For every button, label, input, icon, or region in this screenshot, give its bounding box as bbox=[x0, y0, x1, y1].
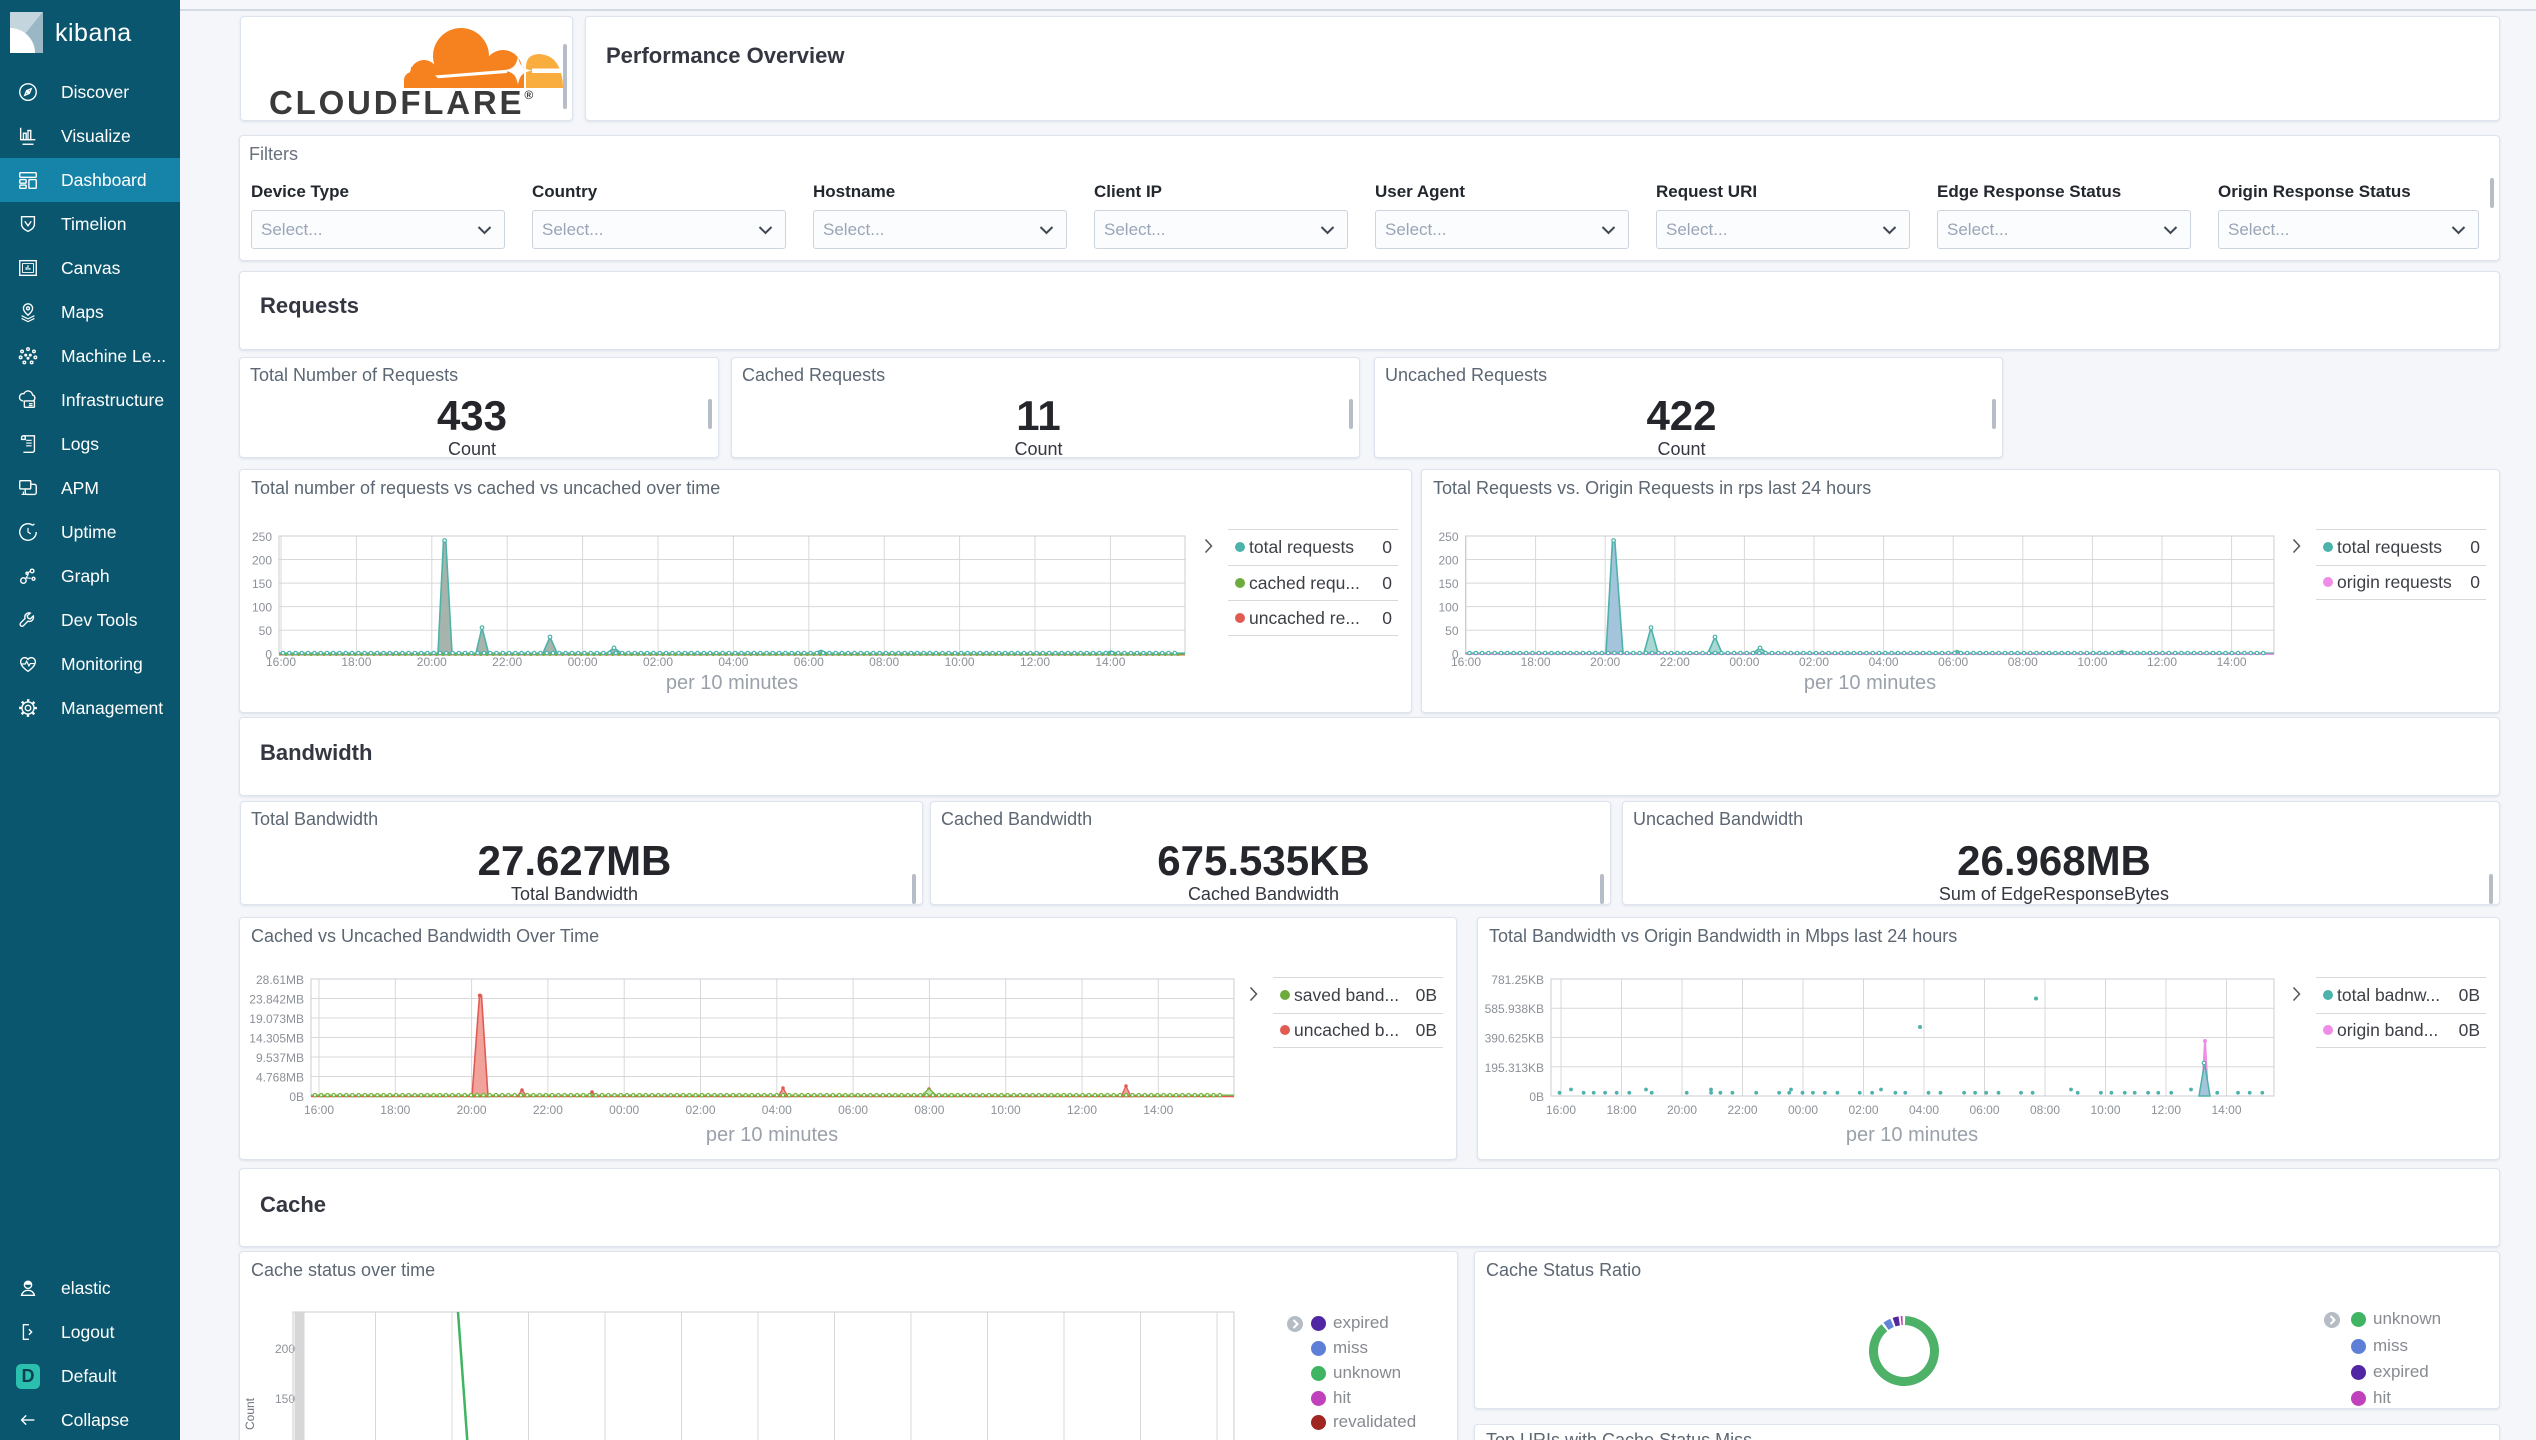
svg-text:18:00: 18:00 bbox=[1521, 655, 1551, 669]
svg-text:14:00: 14:00 bbox=[1095, 655, 1125, 669]
svg-text:16:00: 16:00 bbox=[1451, 655, 1481, 669]
svg-text:12:00: 12:00 bbox=[2147, 655, 2177, 669]
svg-text:20:00: 20:00 bbox=[1590, 655, 1620, 669]
svg-text:per 10 minutes: per 10 minutes bbox=[1804, 672, 1936, 694]
svg-text:14:00: 14:00 bbox=[2211, 1103, 2241, 1117]
svg-text:150: 150 bbox=[1438, 577, 1458, 591]
svg-text:14:00: 14:00 bbox=[2217, 655, 2247, 669]
svg-text:12:00: 12:00 bbox=[2151, 1103, 2181, 1117]
svg-text:00:00: 00:00 bbox=[568, 655, 598, 669]
svg-text:06:00: 06:00 bbox=[1969, 1103, 1999, 1117]
svg-text:200: 200 bbox=[252, 554, 272, 568]
svg-text:per 10 minutes: per 10 minutes bbox=[706, 1124, 838, 1146]
svg-text:22:00: 22:00 bbox=[1660, 655, 1690, 669]
svg-text:06:00: 06:00 bbox=[838, 1103, 868, 1117]
svg-text:18:00: 18:00 bbox=[1606, 1103, 1636, 1117]
svg-text:04:00: 04:00 bbox=[762, 1103, 792, 1117]
svg-text:14:00: 14:00 bbox=[1143, 1103, 1173, 1117]
svg-text:22:00: 22:00 bbox=[533, 1103, 563, 1117]
svg-text:00:00: 00:00 bbox=[1788, 1103, 1818, 1117]
svg-text:02:00: 02:00 bbox=[1799, 655, 1829, 669]
svg-text:16:00: 16:00 bbox=[304, 1103, 334, 1117]
svg-text:04:00: 04:00 bbox=[718, 655, 748, 669]
svg-text:12:00: 12:00 bbox=[1067, 1103, 1097, 1117]
svg-text:10:00: 10:00 bbox=[2090, 1103, 2120, 1117]
svg-text:20:00: 20:00 bbox=[417, 655, 447, 669]
svg-text:18:00: 18:00 bbox=[380, 1103, 410, 1117]
svg-text:18:00: 18:00 bbox=[341, 655, 371, 669]
svg-text:0B: 0B bbox=[289, 1090, 304, 1104]
svg-text:10:00: 10:00 bbox=[2077, 655, 2107, 669]
svg-text:Count: Count bbox=[243, 1397, 257, 1430]
svg-text:23.842MB: 23.842MB bbox=[249, 993, 304, 1007]
svg-text:16:00: 16:00 bbox=[266, 655, 296, 669]
svg-text:390.625KB: 390.625KB bbox=[1485, 1032, 1544, 1046]
svg-text:100: 100 bbox=[1438, 601, 1458, 615]
svg-text:14.305MB: 14.305MB bbox=[249, 1032, 304, 1046]
svg-text:20:00: 20:00 bbox=[457, 1103, 487, 1117]
svg-text:50: 50 bbox=[259, 624, 273, 638]
svg-text:06:00: 06:00 bbox=[1938, 655, 1968, 669]
svg-text:19.073MB: 19.073MB bbox=[249, 1012, 304, 1026]
svg-text:250: 250 bbox=[252, 530, 272, 544]
svg-text:9.537MB: 9.537MB bbox=[256, 1051, 304, 1065]
svg-text:585.938KB: 585.938KB bbox=[1485, 1002, 1544, 1016]
svg-text:02:00: 02:00 bbox=[643, 655, 673, 669]
svg-text:per 10 minutes: per 10 minutes bbox=[666, 672, 798, 694]
svg-text:08:00: 08:00 bbox=[869, 655, 899, 669]
svg-text:04:00: 04:00 bbox=[1909, 1103, 1939, 1117]
svg-text:195.313KB: 195.313KB bbox=[1485, 1061, 1544, 1075]
svg-text:08:00: 08:00 bbox=[914, 1103, 944, 1117]
svg-text:28.61MB: 28.61MB bbox=[256, 973, 304, 987]
svg-text:20:00: 20:00 bbox=[1667, 1103, 1697, 1117]
svg-text:08:00: 08:00 bbox=[2008, 655, 2038, 669]
svg-text:10:00: 10:00 bbox=[991, 1103, 1021, 1117]
svg-text:04:00: 04:00 bbox=[1869, 655, 1899, 669]
svg-text:50: 50 bbox=[1445, 624, 1459, 638]
svg-text:12:00: 12:00 bbox=[1020, 655, 1050, 669]
svg-text:100: 100 bbox=[252, 601, 272, 615]
svg-text:10:00: 10:00 bbox=[945, 655, 975, 669]
svg-text:22:00: 22:00 bbox=[1727, 1103, 1757, 1117]
svg-text:02:00: 02:00 bbox=[1848, 1103, 1878, 1117]
svg-text:22:00: 22:00 bbox=[492, 655, 522, 669]
svg-text:00:00: 00:00 bbox=[1729, 655, 1759, 669]
svg-text:150: 150 bbox=[252, 577, 272, 591]
svg-text:0B: 0B bbox=[1529, 1090, 1544, 1104]
svg-text:4.768MB: 4.768MB bbox=[256, 1071, 304, 1085]
svg-text:781.25KB: 781.25KB bbox=[1491, 973, 1544, 987]
svg-text:200: 200 bbox=[1438, 554, 1458, 568]
svg-text:250: 250 bbox=[1438, 530, 1458, 544]
svg-text:02:00: 02:00 bbox=[685, 1103, 715, 1117]
svg-text:per 10 minutes: per 10 minutes bbox=[1846, 1124, 1978, 1146]
svg-text:00:00: 00:00 bbox=[609, 1103, 639, 1117]
svg-text:06:00: 06:00 bbox=[794, 655, 824, 669]
svg-text:16:00: 16:00 bbox=[1546, 1103, 1576, 1117]
svg-text:08:00: 08:00 bbox=[2030, 1103, 2060, 1117]
